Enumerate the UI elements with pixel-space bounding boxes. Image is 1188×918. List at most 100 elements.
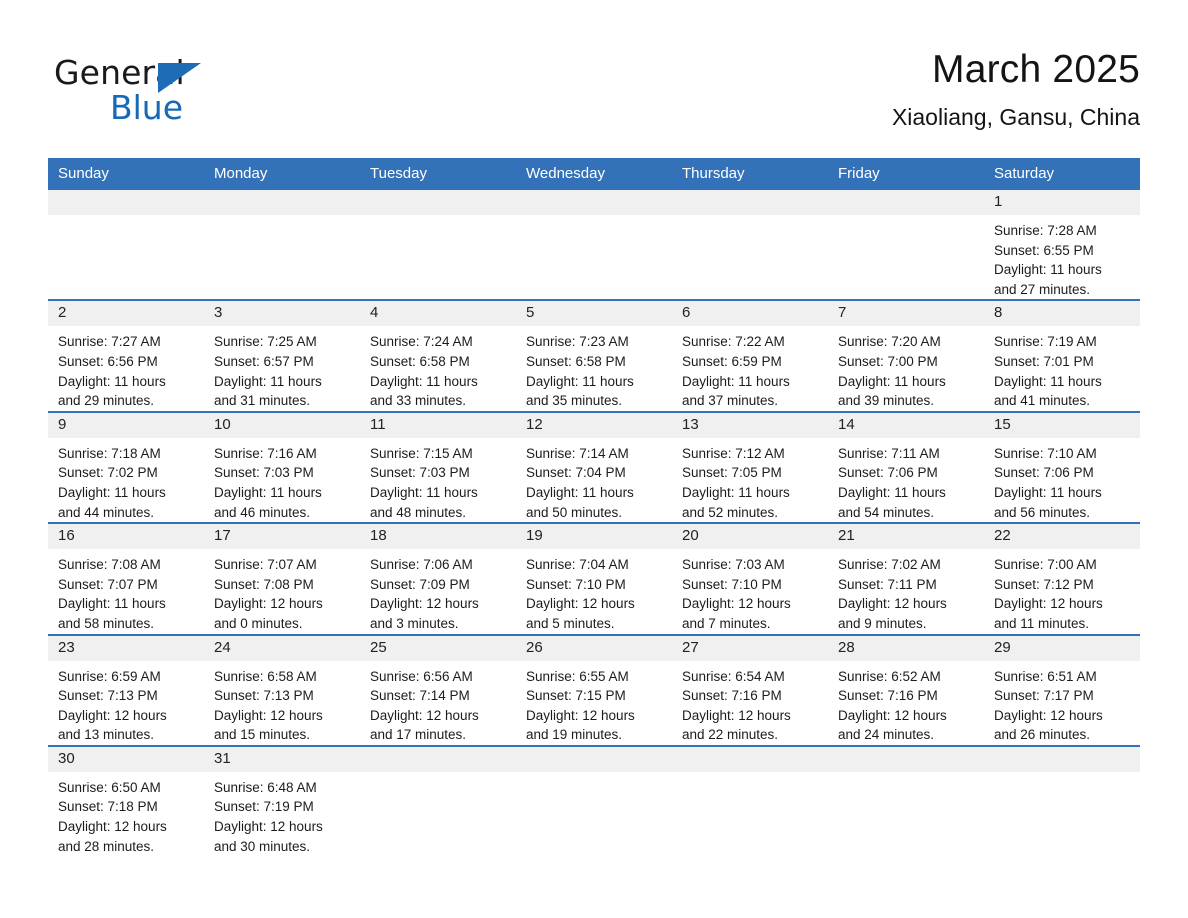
day-daylight-line2-text: and 7 minutes. [682,615,771,631]
calendar-body: 1 Sunrise: 7:28 AM Sunset: 6:55 PM Daylight… [48,190,1140,857]
calendar-day-cell[interactable]: 8 Sunrise: 7:19 AM Sunset: 7:01 PM Daylight… [984,299,1140,412]
day-sunset-text: Sunset: 6:58 PM [526,353,626,369]
day-sunrise-text: Sunrise: 7:02 AM [838,557,941,573]
day-sunset-text: Sunset: 7:06 PM [994,465,1094,481]
day-sunset-text: Sunset: 7:18 PM [58,799,158,815]
calendar-day-cell[interactable]: 5 Sunrise: 7:23 AM Sunset: 6:58 PM Daylight… [516,299,672,412]
day-daylight-line2-text: and 9 minutes. [838,615,927,631]
day-number [516,746,672,772]
day-sunrise-text: Sunrise: 7:22 AM [682,334,785,350]
day-number: 28 [828,635,984,661]
calendar-day-cell[interactable]: 31 Sunrise: 6:48 AM Sunset: 7:19 PM Dayligh… [204,744,360,857]
day-number: 17 [204,524,360,550]
day-number: 18 [360,524,516,550]
day-sunrise-text: Sunrise: 7:06 AM [370,557,473,573]
calendar-day-cell[interactable]: 9 Sunrise: 7:18 AM Sunset: 7:02 PM Daylight… [48,410,204,524]
calendar-day-cell[interactable]: 7 Sunrise: 7:20 AM Sunset: 7:00 PM Daylight… [828,299,984,412]
calendar-day-cell[interactable]: 28 Sunrise: 6:52 AM Sunset: 7:16 PM Dayligh… [828,633,984,746]
day-daylight-line1-text: Daylight: 11 hours [58,484,166,500]
day-sunrise-text: Sunrise: 7:11 AM [838,445,940,461]
calendar-day-cell[interactable]: 11 Sunrise: 7:15 AM Sunset: 7:03 PM Dayligh… [360,410,516,524]
weekday-header-tuesday: Tuesday [360,158,516,190]
calendar-day-cell[interactable]: 25 Sunrise: 6:56 AM Sunset: 7:14 PM Dayligh… [360,633,516,746]
day-daylight-line1-text: Daylight: 12 hours [214,819,323,835]
day-number [828,746,984,772]
day-sunset-text: Sunset: 7:07 PM [58,576,158,592]
day-details: Sunrise: 7:27 AM Sunset: 6:56 PM Daylight:… [48,326,204,410]
calendar-day-cell[interactable]: 6 Sunrise: 7:22 AM Sunset: 6:59 PM Daylight… [672,299,828,412]
day-sunrise-text: Sunrise: 7:10 AM [994,445,1097,461]
calendar-day-cell[interactable]: 18 Sunrise: 7:06 AM Sunset: 7:09 PM Dayligh… [360,522,516,635]
calendar-day-cell[interactable]: 29 Sunrise: 6:51 AM Sunset: 7:17 PM Dayligh… [984,633,1140,746]
calendar-day-cell[interactable]: 2 Sunrise: 7:27 AM Sunset: 6:56 PM Daylight… [48,299,204,412]
day-sunset-text: Sunset: 7:09 PM [370,576,470,592]
calendar-week-row: 23 Sunrise: 6:59 AM Sunset: 7:13 PM Dayligh… [48,633,1140,746]
day-daylight-line2-text: and 3 minutes. [370,615,459,631]
day-daylight-line2-text: and 52 minutes. [682,504,779,520]
day-sunset-text: Sunset: 7:10 PM [682,576,782,592]
day-sunset-text: Sunset: 7:08 PM [214,576,314,592]
day-daylight-line1-text: Daylight: 11 hours [58,596,166,612]
day-daylight-line2-text: and 22 minutes. [682,727,779,743]
day-sunset-text: Sunset: 7:13 PM [214,688,314,704]
day-daylight-line1-text: Daylight: 12 hours [214,707,323,723]
calendar-day-cell[interactable]: 20 Sunrise: 7:03 AM Sunset: 7:10 PM Dayligh… [672,522,828,635]
calendar-day-cell[interactable]: 1 Sunrise: 7:28 AM Sunset: 6:55 PM Daylight… [984,190,1140,301]
calendar-day-cell[interactable]: 14 Sunrise: 7:11 AM Sunset: 7:06 PM Dayligh… [828,410,984,524]
day-details: Sunrise: 7:25 AM Sunset: 6:57 PM Daylight:… [204,326,360,410]
day-sunset-text: Sunset: 7:05 PM [682,465,782,481]
day-number: 9 [48,412,204,438]
calendar-day-cell[interactable]: 12 Sunrise: 7:14 AM Sunset: 7:04 PM Dayligh… [516,410,672,524]
calendar-day-cell[interactable]: 30 Sunrise: 6:50 AM Sunset: 7:18 PM Dayligh… [48,744,204,857]
day-details: Sunrise: 7:07 AM Sunset: 7:08 PM Daylight:… [204,549,360,633]
day-sunrise-text: Sunrise: 7:24 AM [370,334,473,350]
day-details: Sunrise: 6:56 AM Sunset: 7:14 PM Daylight:… [360,661,516,745]
calendar-day-cell[interactable]: 24 Sunrise: 6:58 AM Sunset: 7:13 PM Dayligh… [204,633,360,746]
day-number: 19 [516,524,672,550]
day-number [48,190,204,215]
day-details: Sunrise: 7:10 AM Sunset: 7:06 PM Daylight:… [984,438,1140,522]
day-daylight-line1-text: Daylight: 12 hours [994,707,1103,723]
day-number: 10 [204,412,360,438]
day-daylight-line1-text: Daylight: 12 hours [526,596,635,612]
day-sunrise-text: Sunrise: 7:12 AM [682,445,785,461]
day-daylight-line2-text: and 50 minutes. [526,504,623,520]
calendar-day-cell[interactable]: 19 Sunrise: 7:04 AM Sunset: 7:10 PM Dayligh… [516,522,672,635]
day-number [516,190,672,215]
day-daylight-line1-text: Daylight: 11 hours [370,373,478,389]
day-sunset-text: Sunset: 6:57 PM [214,353,314,369]
calendar-day-cell[interactable]: 10 Sunrise: 7:16 AM Sunset: 7:03 PM Dayligh… [204,410,360,524]
calendar-day-cell[interactable]: 26 Sunrise: 6:55 AM Sunset: 7:15 PM Dayligh… [516,633,672,746]
day-sunrise-text: Sunrise: 7:23 AM [526,334,629,350]
calendar-day-cell[interactable]: 23 Sunrise: 6:59 AM Sunset: 7:13 PM Dayligh… [48,633,204,746]
day-daylight-line2-text: and 39 minutes. [838,393,935,409]
day-daylight-line1-text: Daylight: 11 hours [214,484,322,500]
day-details: Sunrise: 7:16 AM Sunset: 7:03 PM Daylight:… [204,438,360,522]
day-details: Sunrise: 7:28 AM Sunset: 6:55 PM Daylight:… [984,215,1140,299]
weekday-header-sunday: Sunday [48,158,204,190]
calendar-day-cell[interactable]: 13 Sunrise: 7:12 AM Sunset: 7:05 PM Dayligh… [672,410,828,524]
day-details: Sunrise: 6:48 AM Sunset: 7:19 PM Daylight:… [204,772,360,856]
day-sunset-text: Sunset: 6:58 PM [370,353,470,369]
day-daylight-line1-text: Daylight: 11 hours [526,373,634,389]
day-sunrise-text: Sunrise: 6:51 AM [994,668,1097,684]
day-number: 6 [672,301,828,327]
calendar-day-cell[interactable]: 17 Sunrise: 7:07 AM Sunset: 7:08 PM Dayligh… [204,522,360,635]
page-subtitle: Xiaoliang, Gansu, China [891,104,1140,130]
day-number: 16 [48,524,204,550]
calendar-day-cell[interactable]: 3 Sunrise: 7:25 AM Sunset: 6:57 PM Daylight… [204,299,360,412]
day-daylight-line2-text: and 48 minutes. [370,504,467,520]
day-daylight-line2-text: and 13 minutes. [58,727,155,743]
calendar-day-cell[interactable]: 22 Sunrise: 7:00 AM Sunset: 7:12 PM Dayligh… [984,522,1140,635]
calendar-day-cell[interactable]: 21 Sunrise: 7:02 AM Sunset: 7:11 PM Dayligh… [828,522,984,635]
calendar-day-cell[interactable]: 27 Sunrise: 6:54 AM Sunset: 7:16 PM Dayligh… [672,633,828,746]
calendar-day-cell[interactable]: 4 Sunrise: 7:24 AM Sunset: 6:58 PM Daylight… [360,299,516,412]
logo-word-blue: Blue [110,88,184,127]
day-sunset-text: Sunset: 6:59 PM [682,353,782,369]
day-sunset-text: Sunset: 7:03 PM [370,465,470,481]
day-daylight-line1-text: Daylight: 11 hours [838,484,946,500]
calendar-day-cell[interactable]: 16 Sunrise: 7:08 AM Sunset: 7:07 PM Dayligh… [48,522,204,635]
day-details: Sunrise: 6:54 AM Sunset: 7:16 PM Daylight:… [672,661,828,745]
day-number: 21 [828,524,984,550]
calendar-day-cell[interactable]: 15 Sunrise: 7:10 AM Sunset: 7:06 PM Dayligh… [984,410,1140,524]
